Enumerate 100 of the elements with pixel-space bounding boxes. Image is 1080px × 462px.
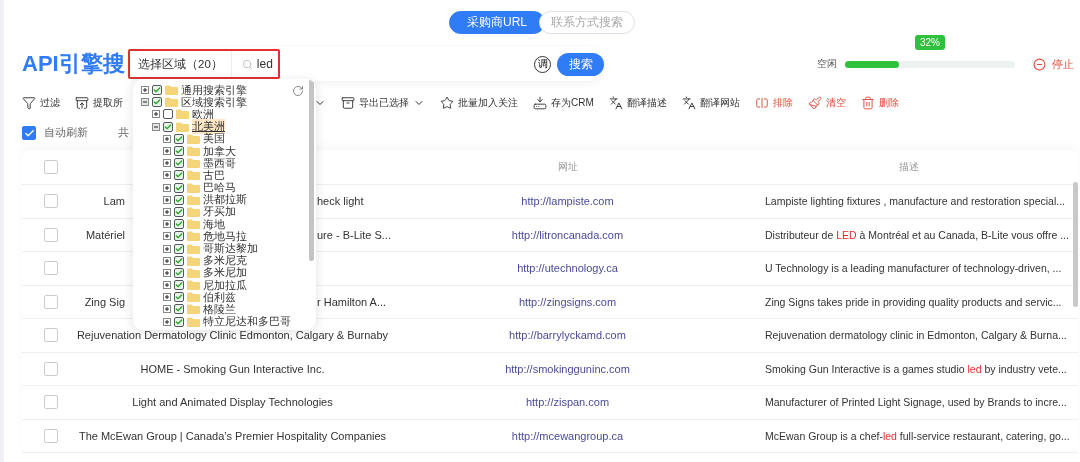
search-button[interactable]: 搜索: [557, 52, 604, 76]
tree-checkbox[interactable]: [174, 231, 184, 242]
expand-icon[interactable]: [163, 244, 171, 253]
tree-checkbox[interactable]: [174, 255, 184, 266]
toolbar-button[interactable]: 翻译网站: [681, 96, 740, 110]
split-icon: [754, 96, 769, 110]
url-link[interactable]: http://litroncanada.com: [395, 228, 740, 241]
expand-icon[interactable]: [152, 110, 160, 119]
checkbox[interactable]: [22, 126, 36, 140]
expand-icon[interactable]: [163, 232, 171, 241]
upload-box-icon: [75, 96, 89, 110]
expand-icon[interactable]: [163, 220, 171, 229]
tree-checkbox[interactable]: [174, 133, 184, 144]
tree-checkbox[interactable]: [174, 316, 184, 327]
query-text: led: [256, 57, 273, 71]
checkbox[interactable]: [44, 261, 58, 276]
tree-checkbox[interactable]: [174, 292, 184, 303]
tree-checkbox[interactable]: [163, 121, 173, 132]
checkbox[interactable]: [44, 361, 58, 376]
url-link[interactable]: http://zingsigns.com: [395, 295, 740, 308]
checkbox[interactable]: [44, 395, 58, 410]
toolbar-button[interactable]: 过滤: [22, 96, 60, 110]
checkbox[interactable]: [44, 227, 58, 242]
table-cell-text: HOME - Smoking Gun Interactive Inc.: [139, 362, 326, 375]
collapse-icon[interactable]: [141, 98, 149, 107]
toolbar-button[interactable]: 导出已选择: [341, 96, 425, 110]
folder-icon: [187, 170, 200, 181]
archive-icon: [341, 96, 355, 110]
result-count: 共: [118, 126, 129, 140]
tree-checkbox[interactable]: [174, 170, 184, 181]
expand-icon[interactable]: [163, 256, 171, 265]
url-link[interactable]: http://mcewangroup.ca: [395, 429, 740, 442]
toolbar-button[interactable]: 删除: [860, 96, 899, 110]
tree-checkbox[interactable]: [174, 158, 184, 169]
expand-icon[interactable]: [163, 305, 171, 314]
tree-checkbox[interactable]: [174, 243, 184, 254]
checkbox[interactable]: [44, 428, 58, 443]
scrollbar[interactable]: [1073, 182, 1078, 307]
expand-icon[interactable]: [163, 171, 171, 180]
table-cell-text: U Technology is a leading manufacturer of technology-driven, ...: [764, 262, 1063, 275]
page-title: API引擎搜: [22, 50, 126, 78]
table-cell-text: Zing Signs takes pride in providing quality products and servic...: [764, 295, 1063, 308]
toolbar-button[interactable]: 翻译描述: [608, 96, 667, 110]
url-link[interactable]: http://utechnology.ca: [395, 262, 740, 275]
collapse-icon[interactable]: [152, 122, 160, 131]
tree-checkbox[interactable]: [174, 267, 184, 278]
expand-icon[interactable]: [163, 147, 171, 156]
url-link[interactable]: http://smokingguninc.com: [395, 362, 740, 375]
toolbar-button[interactable]: 批量加入关注: [440, 96, 518, 110]
tree-checkbox[interactable]: [174, 194, 184, 205]
tree-checkbox[interactable]: [174, 146, 184, 157]
refresh-icon[interactable]: [292, 85, 304, 97]
folder-icon: [187, 255, 200, 266]
table-cell-text: Manufacturer of Printed Light Signage, used by Brands to incre...: [764, 396, 1068, 409]
folder-icon: [187, 304, 200, 315]
folder-icon: [187, 267, 200, 278]
checkbox[interactable]: [44, 328, 58, 343]
folder-icon: [176, 109, 189, 120]
tree-checkbox[interactable]: [152, 85, 162, 96]
tree-checkbox[interactable]: [152, 97, 162, 108]
checkbox[interactable]: [44, 160, 58, 174]
expand-icon[interactable]: [163, 183, 171, 192]
folder-icon: [187, 206, 200, 217]
auto-refresh-label: 自动刷新: [44, 126, 88, 140]
region-selector[interactable]: 选择区域（20）: [130, 51, 232, 77]
tree-checkbox[interactable]: [174, 206, 184, 217]
translate-icon: [608, 96, 623, 110]
tree-checkbox[interactable]: [174, 219, 184, 230]
url-link[interactable]: http://barrylyckamd.com: [395, 329, 740, 342]
expand-icon[interactable]: [163, 281, 171, 290]
toolbar-button[interactable]: 排除: [754, 96, 793, 110]
expand-icon[interactable]: [163, 134, 171, 143]
tree-checkbox[interactable]: [174, 182, 184, 193]
checkbox[interactable]: [44, 294, 58, 309]
toolbar-button[interactable]: 清空: [807, 96, 846, 110]
filter-icon: [22, 96, 36, 110]
table-cell-text: ure - B-Lite S...: [317, 228, 392, 241]
toolbar-button[interactable]: 存为CRM: [533, 96, 594, 110]
expand-icon[interactable]: [163, 159, 171, 168]
expand-icon[interactable]: [163, 195, 171, 204]
folder-icon: [187, 280, 200, 291]
url-link[interactable]: http://zispan.com: [395, 396, 740, 409]
url-link[interactable]: http://lampiste.com: [395, 195, 740, 208]
expand-icon[interactable]: [163, 207, 171, 216]
checkbox[interactable]: [44, 194, 58, 209]
tree-checkbox[interactable]: [174, 304, 184, 315]
tree-item[interactable]: 特立尼达和多巴哥: [203, 314, 291, 330]
folder-icon: [187, 158, 200, 169]
expand-icon[interactable]: [141, 86, 149, 95]
toolbar-button[interactable]: 提取所: [75, 96, 123, 110]
folder-icon: [187, 146, 200, 157]
expand-icon[interactable]: [163, 293, 171, 302]
stop-button[interactable]: 停止: [1033, 56, 1074, 72]
expand-icon[interactable]: [163, 268, 171, 277]
scrollbar[interactable]: [309, 79, 314, 261]
tree-checkbox[interactable]: [163, 109, 173, 120]
tree-checkbox[interactable]: [174, 280, 184, 291]
table-cell-text: McEwan Group is a chef-led full-service restaurant, catering, go...: [764, 429, 1071, 442]
folder-icon: [187, 243, 200, 254]
expand-icon[interactable]: [163, 317, 171, 326]
